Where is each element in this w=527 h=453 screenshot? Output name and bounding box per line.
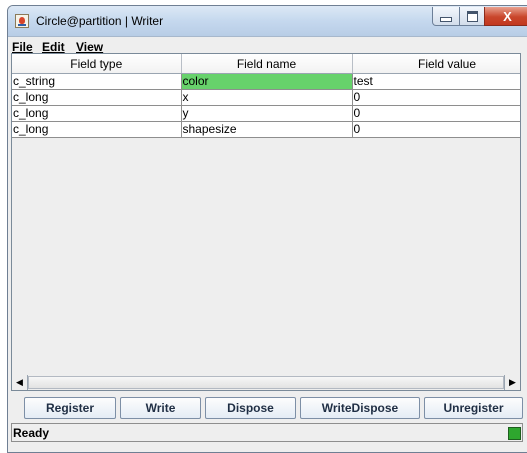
- cell-field-type[interactable]: c_long: [12, 89, 182, 106]
- write-button[interactable]: Write: [120, 397, 201, 419]
- write-dispose-button[interactable]: WriteDispose: [300, 397, 420, 419]
- menu-edit[interactable]: Edit: [42, 40, 65, 54]
- cell-field-value[interactable]: 0: [352, 89, 520, 106]
- status-indicator-icon: [508, 427, 521, 440]
- dispose-button[interactable]: Dispose: [205, 397, 296, 419]
- close-icon: X: [503, 8, 512, 24]
- cell-field-value[interactable]: test: [352, 73, 520, 90]
- cell-field-type[interactable]: c_long: [12, 121, 182, 138]
- maximize-button[interactable]: [459, 7, 485, 26]
- minimize-button[interactable]: [432, 7, 460, 26]
- column-header-field-name[interactable]: Field name: [181, 54, 353, 74]
- table-row[interactable]: c_long y 0: [12, 105, 520, 122]
- column-header-field-type[interactable]: Field type: [12, 54, 182, 74]
- window-title: Circle@partition | Writer: [36, 14, 164, 28]
- cell-field-type[interactable]: c_long: [12, 105, 182, 122]
- table-row[interactable]: c_long shapesize 0: [12, 121, 520, 138]
- table-row[interactable]: c_string color test: [12, 73, 520, 90]
- maximize-icon: [466, 10, 478, 22]
- status-bar: Ready: [11, 423, 523, 442]
- scroll-right-arrow-icon[interactable]: ▶: [504, 375, 520, 390]
- minimize-icon: [440, 17, 452, 22]
- fields-table: Field type Field name Field value c_stri…: [12, 54, 520, 138]
- table-header-row: Field type Field name Field value: [12, 54, 520, 74]
- unregister-button[interactable]: Unregister: [424, 397, 523, 419]
- scroll-left-arrow-icon[interactable]: ◀: [12, 375, 28, 390]
- close-button[interactable]: X: [484, 7, 527, 26]
- status-text: Ready: [13, 426, 50, 440]
- cell-field-type[interactable]: c_string: [12, 73, 182, 90]
- cell-field-name[interactable]: shapesize: [181, 121, 353, 138]
- cell-field-name[interactable]: x: [181, 89, 353, 106]
- menu-file[interactable]: File: [12, 40, 33, 54]
- horizontal-scrollbar[interactable]: ◀ ▶: [11, 375, 521, 391]
- fields-table-viewport[interactable]: Field type Field name Field value c_stri…: [11, 53, 521, 376]
- cell-field-value[interactable]: 0: [352, 121, 520, 138]
- table-row[interactable]: c_long x 0: [12, 89, 520, 106]
- column-header-field-value[interactable]: Field value: [352, 54, 520, 74]
- cell-field-name-selected[interactable]: color: [181, 73, 353, 90]
- register-button[interactable]: Register: [24, 397, 116, 419]
- java-app-icon: [15, 14, 29, 28]
- menu-view[interactable]: View: [76, 40, 103, 54]
- title-bar[interactable]: Circle@partition | Writer X: [8, 6, 527, 37]
- cell-field-name[interactable]: y: [181, 105, 353, 122]
- scrollbar-thumb[interactable]: [28, 376, 504, 389]
- cell-field-value[interactable]: 0: [352, 105, 520, 122]
